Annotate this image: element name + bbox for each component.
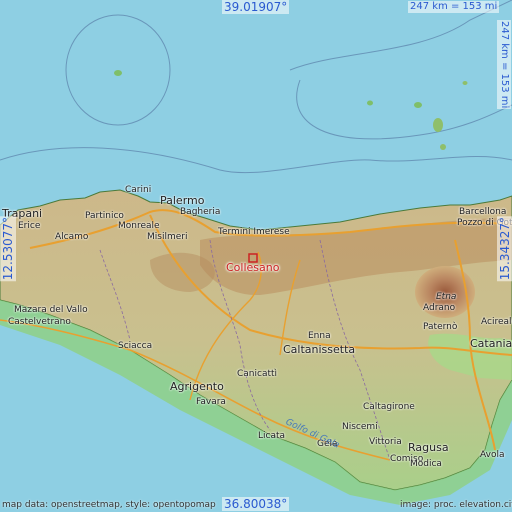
coord-north: 39.01907° bbox=[222, 0, 290, 14]
place-label-licata: Licata bbox=[258, 431, 286, 441]
place-label-paterno: Paternò bbox=[423, 322, 458, 332]
place-label-mazara-del-vallo: Mazara del Vallo bbox=[14, 305, 88, 315]
coord-west: 12.53077° bbox=[0, 216, 16, 282]
scale-vertical: 247 km = 153 mi bbox=[497, 20, 511, 110]
place-label-misilmeri: Misilmeri bbox=[147, 232, 188, 242]
place-label-niscemi: Niscemi bbox=[342, 422, 378, 432]
place-label-alcamo: Alcamo bbox=[55, 232, 89, 242]
map-view[interactable]: Carini Palermo Bagheria Trapani Partinic… bbox=[0, 0, 512, 512]
scale-horizontal: 247 km = 153 mi bbox=[408, 1, 500, 13]
place-label-acireale: Acireale bbox=[481, 317, 512, 327]
place-label-caltanissetta: Caltanissetta bbox=[283, 343, 356, 356]
place-label-ragusa: Ragusa bbox=[408, 441, 449, 454]
place-label-partinico: Partinico bbox=[85, 211, 124, 221]
place-label-monreale: Monreale bbox=[118, 221, 160, 231]
map-base bbox=[0, 0, 512, 512]
place-label-avola: Avola bbox=[480, 450, 505, 460]
place-label-adrano: Adrano bbox=[423, 303, 456, 313]
place-label-carini: Carini bbox=[125, 185, 152, 195]
coord-south: 36.80038° bbox=[222, 497, 290, 511]
attribution-image: image: proc. elevation.city bbox=[400, 500, 512, 510]
place-label-catania: Catania bbox=[470, 337, 512, 350]
coord-east: 15.34327° bbox=[497, 216, 512, 282]
place-label-palermo: Palermo bbox=[160, 194, 205, 207]
place-label-enna: Enna bbox=[308, 331, 331, 341]
place-label-canicatti: Canicattì bbox=[237, 369, 278, 379]
marker-label: Collesano bbox=[226, 261, 280, 274]
place-label-erice: Erice bbox=[18, 221, 41, 231]
place-label-termini-imerese: Termini Imerese bbox=[218, 227, 290, 237]
place-label-agrigento: Agrigento bbox=[170, 380, 224, 393]
place-label-bagheria: Bagheria bbox=[180, 207, 221, 217]
place-label-modica: Modica bbox=[410, 459, 442, 469]
place-label-caltagirone: Caltagirone bbox=[363, 402, 415, 412]
place-label-etna: Etna bbox=[436, 292, 457, 302]
place-label-sciacca: Sciacca bbox=[118, 341, 153, 351]
place-label-vittoria: Vittoria bbox=[369, 437, 402, 447]
place-label-castelvetrano: Castelvetrano bbox=[8, 317, 71, 327]
attribution-map-data: map data: openstreetmap, style: opentopo… bbox=[2, 500, 216, 510]
place-label-favara: Favara bbox=[196, 397, 226, 407]
